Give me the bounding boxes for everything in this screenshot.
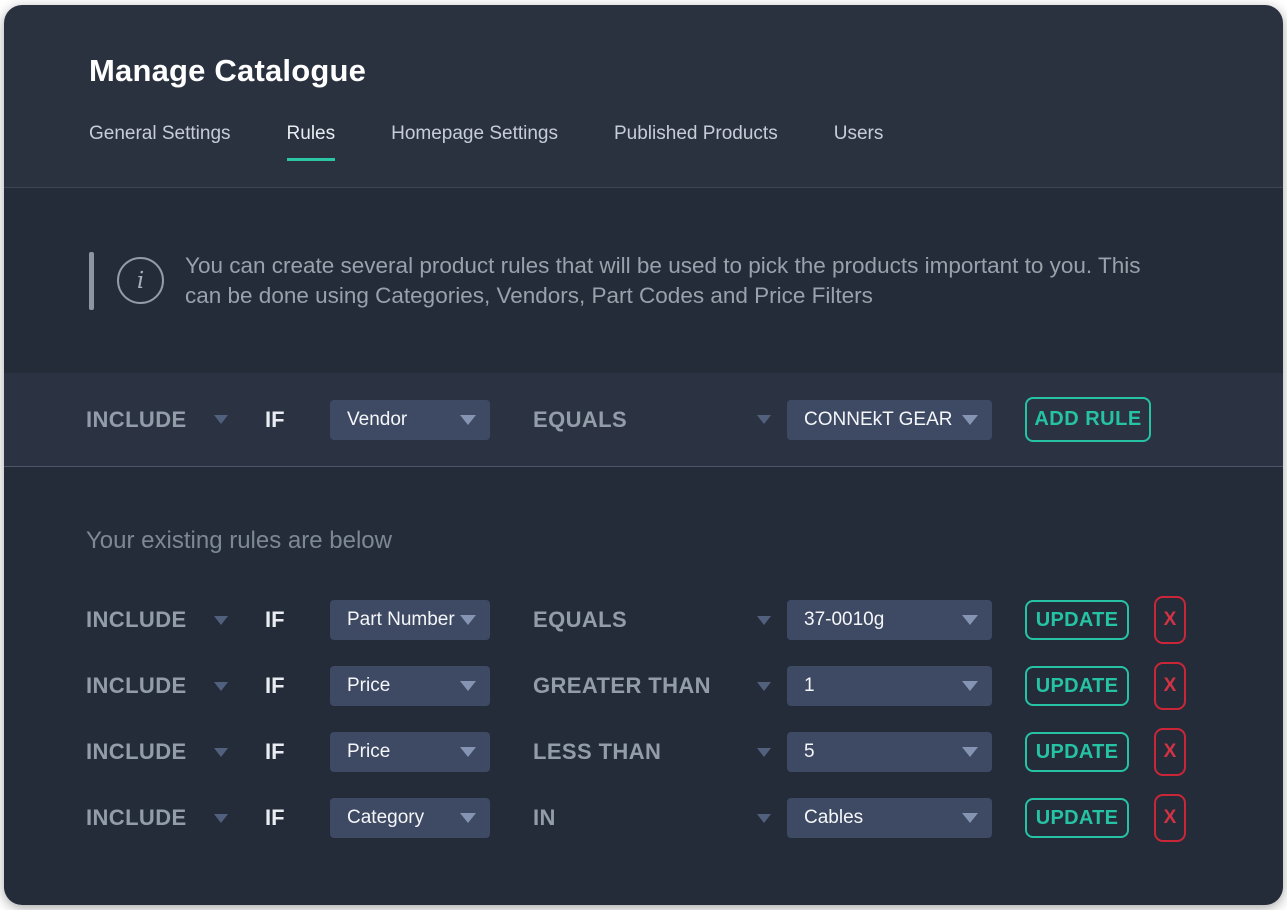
- tab-published-products[interactable]: Published Products: [614, 123, 778, 161]
- rule-builder-row: INCLUDE IF Vendor EQUALS CONNEkT GEAR AD…: [4, 373, 1283, 466]
- action-select[interactable]: INCLUDE: [86, 673, 265, 699]
- chevron-down-icon: [962, 415, 978, 425]
- operator-select[interactable]: GREATER THAN: [533, 673, 787, 699]
- chevron-down-icon: [962, 747, 978, 757]
- existing-rules-heading: Your existing rules are below: [4, 527, 1283, 555]
- action-select[interactable]: INCLUDE: [86, 739, 265, 765]
- action-select[interactable]: INCLUDE: [86, 805, 265, 831]
- value-select[interactable]: 5: [787, 732, 992, 772]
- tab-homepage-settings[interactable]: Homepage Settings: [391, 123, 558, 161]
- info-accent-bar: [89, 252, 94, 310]
- chevron-down-icon: [214, 682, 228, 691]
- action-select-value: INCLUDE: [86, 607, 187, 633]
- chevron-down-icon: [214, 748, 228, 757]
- tab-rules[interactable]: Rules: [287, 123, 336, 161]
- chevron-down-icon: [962, 813, 978, 823]
- field-select-value: Price: [347, 741, 390, 763]
- delete-rule-button[interactable]: X: [1154, 794, 1186, 842]
- chevron-down-icon: [757, 748, 771, 757]
- if-label: IF: [265, 673, 330, 699]
- value-select[interactable]: 37-0010g: [787, 600, 992, 640]
- field-select[interactable]: Vendor: [330, 400, 490, 440]
- chevron-down-icon: [214, 415, 228, 424]
- tab-bar: General Settings Rules Homepage Settings…: [89, 123, 1283, 161]
- if-label: IF: [265, 407, 330, 433]
- value-select[interactable]: 1: [787, 666, 992, 706]
- update-button[interactable]: UPDATE: [1025, 666, 1129, 706]
- chevron-down-icon: [962, 681, 978, 691]
- chevron-down-icon: [460, 415, 476, 425]
- chevron-down-icon: [757, 415, 771, 424]
- info-icon: i: [117, 257, 164, 304]
- field-select[interactable]: Price: [330, 732, 490, 772]
- info-section: i You can create several product rules t…: [4, 188, 1283, 373]
- action-select[interactable]: INCLUDE: [86, 407, 265, 433]
- existing-rules-list: INCLUDE IF Part Number EQUALS 37-0010g U…: [4, 587, 1283, 851]
- tab-general-settings[interactable]: General Settings: [89, 123, 231, 161]
- operator-select[interactable]: IN: [533, 805, 787, 831]
- if-label: IF: [265, 805, 330, 831]
- existing-rules-section: Your existing rules are below INCLUDE IF…: [4, 467, 1283, 905]
- update-button[interactable]: UPDATE: [1025, 732, 1129, 772]
- chevron-down-icon: [962, 615, 978, 625]
- value-select-value: 37-0010g: [804, 609, 884, 631]
- field-select[interactable]: Price: [330, 666, 490, 706]
- rule-row: INCLUDE IF Part Number EQUALS 37-0010g U…: [4, 587, 1283, 653]
- delete-rule-button[interactable]: X: [1154, 596, 1186, 644]
- field-select[interactable]: Category: [330, 798, 490, 838]
- operator-select-value: GREATER THAN: [533, 673, 711, 699]
- rule-row: INCLUDE IF Price GREATER THAN 1 UPDATE: [4, 653, 1283, 719]
- update-button[interactable]: UPDATE: [1025, 798, 1129, 838]
- chevron-down-icon: [460, 615, 476, 625]
- header: Manage Catalogue General Settings Rules …: [4, 5, 1283, 188]
- rule-row: INCLUDE IF Price LESS THAN 5 UPDATE X: [4, 719, 1283, 785]
- update-button[interactable]: UPDATE: [1025, 600, 1129, 640]
- rule-row: INCLUDE IF Category IN Cables UPDATE X: [4, 785, 1283, 851]
- value-select[interactable]: CONNEkT GEAR: [787, 400, 992, 440]
- delete-rule-button[interactable]: X: [1154, 662, 1186, 710]
- value-select-value: 5: [804, 741, 815, 763]
- chevron-down-icon: [460, 681, 476, 691]
- value-select-value: CONNEkT GEAR: [804, 409, 953, 431]
- operator-select-value: IN: [533, 805, 556, 831]
- delete-rule-button[interactable]: X: [1154, 728, 1186, 776]
- chevron-down-icon: [214, 616, 228, 625]
- operator-select[interactable]: EQUALS: [533, 607, 787, 633]
- page-title: Manage Catalogue: [89, 53, 1283, 89]
- operator-select[interactable]: LESS THAN: [533, 739, 787, 765]
- chevron-down-icon: [757, 682, 771, 691]
- chevron-down-icon: [757, 616, 771, 625]
- rule-builder: INCLUDE IF Vendor EQUALS CONNEkT GEAR AD…: [4, 373, 1283, 467]
- field-select-value: Price: [347, 675, 390, 697]
- field-select-value: Part Number: [347, 609, 455, 631]
- chevron-down-icon: [460, 747, 476, 757]
- add-rule-button[interactable]: ADD RULE: [1025, 397, 1151, 442]
- value-select-value: Cables: [804, 807, 863, 829]
- tab-users[interactable]: Users: [834, 123, 884, 161]
- operator-select-value: LESS THAN: [533, 739, 661, 765]
- action-select-value: INCLUDE: [86, 739, 187, 765]
- operator-select-value: EQUALS: [533, 607, 627, 633]
- action-select-value: INCLUDE: [86, 407, 187, 433]
- field-select-value: Category: [347, 807, 424, 829]
- value-select-value: 1: [804, 675, 815, 697]
- operator-select-value: EQUALS: [533, 407, 627, 433]
- info-text: You can create several product rules tha…: [185, 251, 1160, 311]
- chevron-down-icon: [757, 814, 771, 823]
- chevron-down-icon: [460, 813, 476, 823]
- value-select[interactable]: Cables: [787, 798, 992, 838]
- if-label: IF: [265, 607, 330, 633]
- chevron-down-icon: [214, 814, 228, 823]
- action-select-value: INCLUDE: [86, 805, 187, 831]
- action-select[interactable]: INCLUDE: [86, 607, 265, 633]
- field-select[interactable]: Part Number: [330, 600, 490, 640]
- field-select-value: Vendor: [347, 409, 407, 431]
- action-select-value: INCLUDE: [86, 673, 187, 699]
- if-label: IF: [265, 739, 330, 765]
- operator-select[interactable]: EQUALS: [533, 407, 787, 433]
- manage-catalogue-panel: Manage Catalogue General Settings Rules …: [4, 5, 1283, 905]
